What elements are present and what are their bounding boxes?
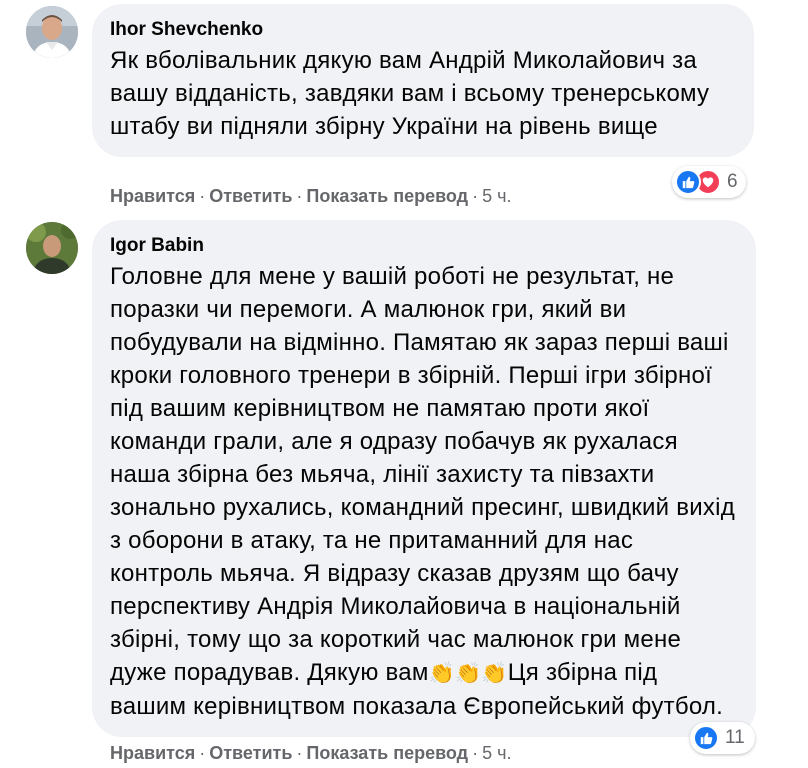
comment-actions: Нравится · Ответить · Показать перевод · 5 ч. [110, 186, 512, 206]
clapping-hands-icon: 👏👏👏 [428, 662, 508, 685]
comment-text-part: Головне для мене у вашій роботі не резул… [110, 263, 735, 686]
comment-text: Як вболівальник дякую вам Андрій Миколай… [110, 47, 710, 140]
comment-bubble: Ihor Shevchenko Як вболівальник дякую ва… [92, 4, 754, 157]
reaction-count: 11 [725, 727, 745, 748]
timestamp[interactable]: 5 ч. [482, 743, 511, 763]
reaction-summary[interactable]: 6 [672, 166, 746, 198]
comment-actions: Нравится · Ответить · Показать перевод · 5 ч. [110, 743, 512, 763]
reply-link[interactable]: Ответить [209, 743, 292, 763]
avatar[interactable] [26, 222, 78, 274]
like-icon [693, 725, 719, 751]
like-icon [675, 169, 701, 195]
like-link[interactable]: Нравится [110, 186, 195, 206]
reaction-summary[interactable]: 11 [690, 722, 755, 754]
comment-text: Головне для мене у вашій роботі не резул… [110, 260, 736, 723]
comment-author[interactable]: Igor Babin [110, 234, 736, 258]
timestamp[interactable]: 5 ч. [482, 186, 511, 206]
reaction-count: 6 [727, 171, 738, 192]
user-photo-icon [26, 6, 78, 58]
like-link[interactable]: Нравится [110, 743, 195, 763]
comment-author[interactable]: Ihor Shevchenko [110, 18, 734, 42]
reply-link[interactable]: Ответить [209, 186, 292, 206]
avatar[interactable] [26, 6, 78, 58]
user-photo-icon [26, 222, 78, 274]
show-translation-link[interactable]: Показать перевод [306, 186, 468, 206]
show-translation-link[interactable]: Показать перевод [306, 743, 468, 763]
comment-bubble: Igor Babin Головне для мене у вашій робо… [92, 220, 756, 737]
